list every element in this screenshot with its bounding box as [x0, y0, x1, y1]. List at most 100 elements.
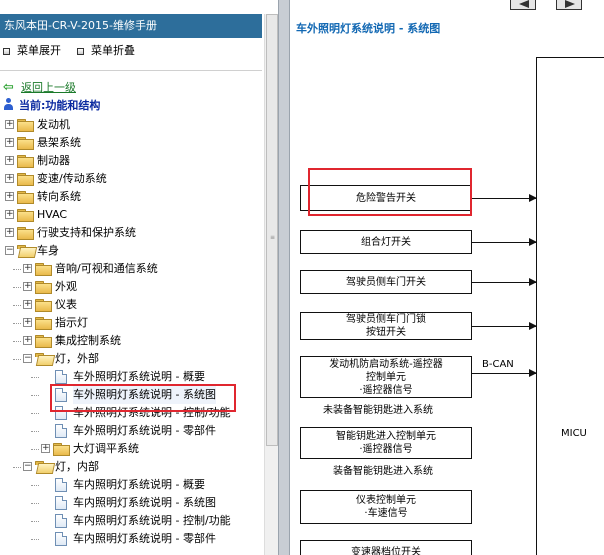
folder-icon: [17, 191, 34, 204]
document-icon: [55, 478, 67, 492]
collapse-toggle-icon[interactable]: −: [5, 246, 14, 255]
diagram-box-driver-door-switch: 驾驶员侧车门开关: [300, 270, 472, 294]
expand-toggle-icon[interactable]: +: [5, 210, 14, 219]
pane-splitter[interactable]: [278, 0, 290, 555]
tree-node[interactable]: + 变速/传动系统: [0, 170, 262, 188]
toolbar-button-prev[interactable]: [510, 0, 536, 10]
tree-node[interactable]: + 外观: [0, 278, 262, 296]
tree-node-label: HVAC: [37, 208, 68, 221]
tree-connector: [13, 287, 21, 288]
current-section: 当前:功能和结构: [3, 98, 100, 114]
signal-arrow: [472, 278, 537, 286]
folder-icon: [53, 443, 70, 456]
tree-node[interactable]: − 灯，内部: [0, 458, 262, 476]
toolbar-button-next[interactable]: [556, 0, 582, 10]
manual-title: 东风本田-CR-V-2015-维修手册: [0, 14, 262, 38]
expand-toggle-icon[interactable]: +: [23, 264, 32, 273]
tree-connector: [13, 269, 21, 270]
tree-node[interactable]: + 行驶支持和保护系统: [0, 224, 262, 242]
tree-node[interactable]: + HVAC: [0, 206, 262, 224]
tree-connector: [31, 377, 39, 378]
expand-toggle-icon[interactable]: +: [23, 336, 32, 345]
folder-icon: [35, 299, 52, 312]
box-line: 发动机防启动系统-遥控器: [329, 358, 443, 370]
tree-connector: [13, 323, 21, 324]
tree-node-label: 车内照明灯系统说明 - 系统图: [73, 496, 216, 509]
tree-node[interactable]: − 车身: [0, 242, 262, 260]
tree-node[interactable]: − 灯，外部: [0, 350, 262, 368]
tree-node[interactable]: 车内照明灯系统说明 - 系统图: [0, 494, 262, 512]
next-icon: [565, 0, 575, 8]
expand-toggle-icon[interactable]: +: [5, 156, 14, 165]
caption-smart-key: 装备智能钥匙进入系统: [333, 466, 433, 477]
tree-node-label: 仪表: [55, 298, 77, 311]
tree-scrollbar[interactable]: ≡: [264, 14, 278, 555]
document-icon: [55, 532, 67, 546]
navigation-pane: 东风本田-CR-V-2015-维修手册 菜单展开 菜单折叠 ⇦ 返回上一级 当前:…: [0, 0, 266, 555]
diagram-box-immobilizer-unit: 发动机防启动系统-遥控器 控制单元 ·遥控器信号: [300, 356, 472, 398]
tree-node[interactable]: 车内照明灯系统说明 - 概要: [0, 476, 262, 494]
tree-node-label: 指示灯: [55, 316, 88, 329]
tree-node[interactable]: + 制动器: [0, 152, 262, 170]
micu-label: MICU: [561, 428, 587, 439]
tree-connector: [13, 341, 21, 342]
tree-node[interactable]: + 仪表: [0, 296, 262, 314]
tree-node-label: 车内照明灯系统说明 - 概要: [73, 478, 205, 491]
tree-node[interactable]: + 指示灯: [0, 314, 262, 332]
tree-node-label: 悬架系统: [37, 136, 81, 149]
diagram-box-gear-position-switch: 变速器档位开关: [300, 540, 472, 555]
bcan-label: B-CAN: [482, 359, 514, 370]
folder-icon: [17, 209, 34, 222]
back-arrow-icon: ⇦: [3, 80, 14, 95]
expand-toggle-icon[interactable]: +: [23, 318, 32, 327]
expand-toggle-icon[interactable]: +: [5, 138, 14, 147]
back-link[interactable]: 返回上一级: [21, 81, 76, 94]
signal-arrow: [472, 238, 537, 246]
expand-toggle-icon[interactable]: +: [5, 174, 14, 183]
expand-toggle-icon[interactable]: +: [23, 300, 32, 309]
tree-connector: [31, 521, 39, 522]
signal-arrow: [472, 369, 537, 377]
tree-node[interactable]: + 发动机: [0, 116, 262, 134]
expand-menu-button[interactable]: 菜单展开: [3, 42, 61, 60]
tree-node[interactable]: + 音响/可视和通信系统: [0, 260, 262, 278]
tree-node[interactable]: 车内照明灯系统说明 - 控制/功能: [0, 512, 262, 530]
back-link-row[interactable]: ⇦ 返回上一级: [3, 80, 76, 96]
content-pane: 车外照明灯系统说明 - 系统图 MICU B-CAN 危险警告开关 组合灯开关 …: [290, 0, 604, 555]
collapse-menu-button[interactable]: 菜单折叠: [77, 42, 135, 60]
collapse-toggle-icon[interactable]: −: [23, 462, 32, 471]
tree-node[interactable]: 车内照明灯系统说明 - 零部件: [0, 530, 262, 548]
tree-node[interactable]: + 悬架系统: [0, 134, 262, 152]
folder-icon: [17, 227, 34, 240]
tree-node-label: 音响/可视和通信系统: [55, 262, 158, 275]
tree-node-label: 外观: [55, 280, 77, 293]
folder-icon: [17, 245, 33, 257]
highlight-box: [308, 168, 472, 216]
box-line: ·遥控器信号: [359, 444, 413, 455]
box-line: ·车速信号: [364, 508, 408, 519]
tree-node[interactable]: + 集成控制系统: [0, 332, 262, 350]
tree-node-label: 车外照明灯系统说明 - 零部件: [73, 424, 216, 437]
tree-node-label: 车内照明灯系统说明 - 零部件: [73, 532, 216, 545]
expand-toggle-icon[interactable]: +: [5, 228, 14, 237]
expand-toggle-icon[interactable]: +: [23, 282, 32, 291]
diagram-box-smart-key-unit: 智能钥匙进入控制单元 ·遥控器信号: [300, 427, 472, 459]
expand-icon: [3, 47, 10, 55]
tree-connector: [31, 449, 39, 450]
collapse-toggle-icon[interactable]: −: [23, 354, 32, 363]
tree-node[interactable]: 车外照明灯系统说明 - 零部件: [0, 422, 262, 440]
scrollbar-thumb[interactable]: ≡: [266, 14, 278, 446]
expand-toggle-icon[interactable]: +: [5, 192, 14, 201]
tree-node-label: 车内照明灯系统说明 - 控制/功能: [73, 514, 231, 527]
menu-bar: 菜单展开 菜单折叠: [0, 42, 262, 60]
folder-icon: [35, 263, 52, 276]
expand-toggle-icon[interactable]: +: [41, 444, 50, 453]
expand-toggle-icon[interactable]: +: [5, 120, 14, 129]
tree-node-label: 灯，外部: [55, 352, 99, 365]
tree-connector: [31, 485, 39, 486]
box-line: 驾驶员侧车门门锁: [346, 314, 426, 325]
tree-node[interactable]: + 转向系统: [0, 188, 262, 206]
tree-node[interactable]: + 大灯调平系统: [0, 440, 262, 458]
tree-connector: [13, 467, 21, 468]
tree-node-label: 灯，内部: [55, 460, 99, 473]
